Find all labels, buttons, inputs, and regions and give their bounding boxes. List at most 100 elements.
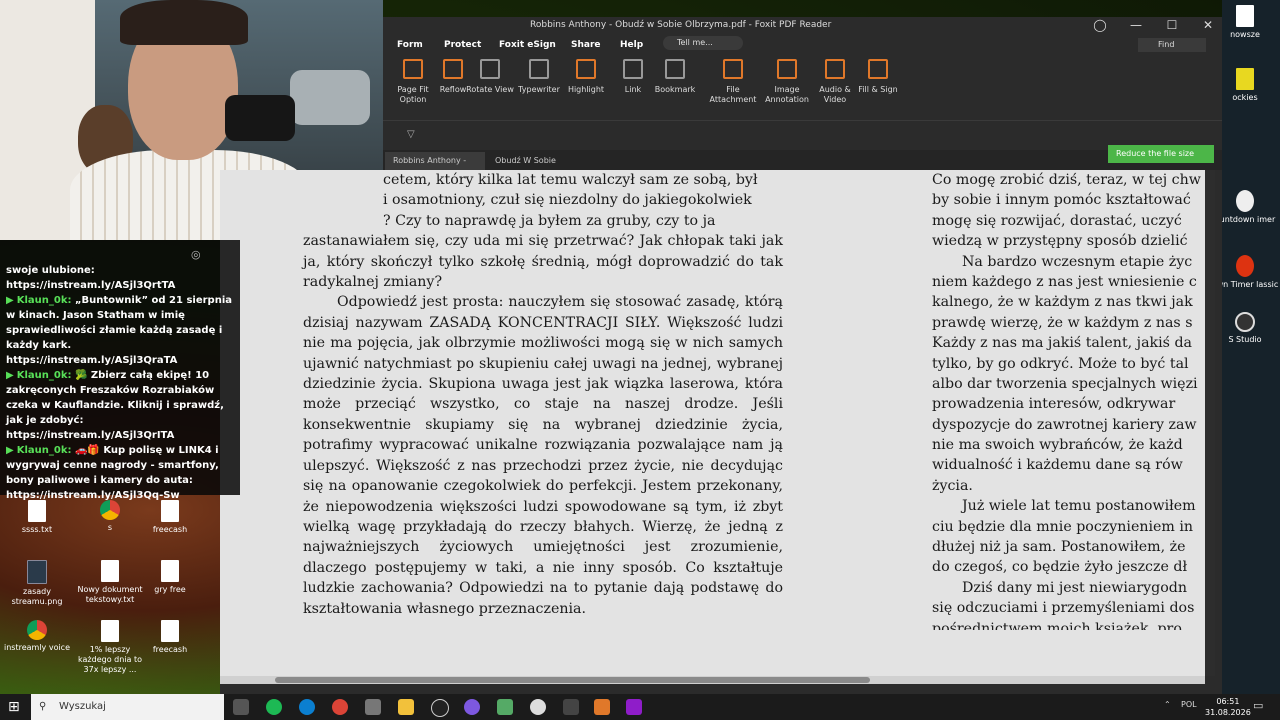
file-explorer-icon[interactable] — [398, 699, 414, 715]
clock-app-icon[interactable] — [530, 699, 546, 715]
tray-chevron-icon[interactable]: ⌃ — [1164, 700, 1171, 709]
page-fit-icon — [403, 59, 423, 79]
obs-icon[interactable] — [431, 699, 449, 717]
language-indicator[interactable]: POL — [1181, 700, 1197, 709]
bookmark-button[interactable]: Bookmark — [649, 59, 701, 95]
text-line: mogę się rozwijać, dorastać, uczyć — [932, 212, 1182, 229]
notifications-icon[interactable]: ▭ — [1253, 699, 1263, 712]
text-line: do czegoś, co będzie żyło jeszcze dł — [932, 559, 1188, 576]
text-line: pośrednictwem moich książek, pro — [932, 620, 1182, 630]
chat-username: Klaun_0k: — [16, 295, 75, 306]
tab-robbins-anthony[interactable]: Robbins Anthony - O... ✕ — [385, 152, 485, 183]
png-icon — [27, 560, 47, 584]
pdf-page-left: cetem, który kilka lat temu walczył sam … — [303, 170, 783, 676]
task-view-icon[interactable] — [233, 699, 249, 715]
highlight-icon — [576, 59, 596, 79]
tell-me-input[interactable]: Tell me... — [663, 36, 743, 50]
desktop-icon[interactable]: ssss.txt — [2, 500, 72, 535]
text-line: ? Czy to naprawdę ja byłem za gruby, czy… — [383, 212, 716, 229]
desktop-icon[interactable]: gry free — [135, 560, 205, 595]
scrollbar-thumb[interactable] — [275, 677, 870, 683]
file-icon — [1236, 5, 1254, 27]
chevron-down-icon[interactable]: ▽ — [407, 129, 415, 140]
text-line: Dziś dany mi jest niewiarygodn — [962, 579, 1188, 596]
document-tabs: Robbins Anthony - O... ✕ Obudź W Sobie O… — [383, 150, 1222, 183]
file-icon — [161, 620, 179, 642]
bookmark-icon — [665, 59, 685, 79]
menu-help[interactable]: Help — [620, 40, 643, 50]
app-icon[interactable] — [365, 699, 381, 715]
menu-form[interactable]: Form — [397, 40, 423, 50]
taskbar: ⊞ ⚲ Wyszukaj ⌃ POL 06:51 31.08.2026 ▭ — [0, 694, 1280, 720]
menu-protect[interactable]: Protect — [444, 40, 481, 50]
paragraph: zastanawiałem się, czy uda mi się przetr… — [303, 233, 783, 291]
reflow-icon — [443, 59, 463, 79]
desktop-icon-label: gry free — [154, 585, 186, 594]
text-line: i osamotniony, czuł się niezdolny do jak… — [383, 192, 752, 209]
reduce-file-size-button[interactable]: Reduce the file size — [1108, 145, 1214, 163]
desktop-icon[interactable]: freecash — [135, 500, 205, 535]
tab-obudz-w-sobie[interactable]: Obudź W Sobie Olbrzym... — [487, 152, 597, 183]
microphone — [225, 95, 295, 141]
chat-messages: swoje ulubione: https://instream.ly/ASjl… — [6, 263, 232, 503]
chat-overlay: ◎ swoje ulubione: https://instream.ly/AS… — [0, 240, 240, 501]
chat-username: Klaun_0k: — [16, 445, 75, 456]
highlight-button[interactable]: Highlight — [560, 59, 612, 95]
file-icon — [161, 560, 179, 582]
foxit-icon[interactable] — [594, 699, 610, 715]
text-line: by sobie i innym pomóc kształtować — [932, 192, 1191, 209]
app-purple-icon[interactable] — [626, 699, 642, 715]
image-annotation-icon — [777, 59, 797, 79]
chrome-icon — [27, 620, 47, 640]
account-icon[interactable]: ◯ — [1087, 18, 1113, 34]
dark-icon — [1235, 312, 1255, 332]
kick-badge-icon: ▶ — [6, 445, 14, 456]
text-line: cetem, który kilka lat temu walczył sam … — [383, 172, 758, 188]
spotify-icon[interactable] — [266, 699, 282, 715]
desktop-icon[interactable]: zasady streamu.png — [2, 560, 72, 607]
edge-icon[interactable] — [299, 699, 315, 715]
y-icon — [1236, 68, 1254, 90]
rotate-icon — [480, 59, 500, 79]
menu-bar: Form Protect Foxit eSign Share Help Tell… — [383, 35, 1222, 55]
desktop-icon[interactable]: freecash — [135, 620, 205, 655]
windows-start-icon[interactable]: ⊞ — [8, 700, 22, 714]
text-line: nie ma swoich wybrańców, że każd — [932, 437, 1183, 454]
desktop-icon-label: ssss.txt — [21, 525, 53, 534]
taskbar-search[interactable]: ⚲ Wyszukaj — [31, 694, 224, 720]
vertical-scrollbar[interactable] — [1205, 170, 1215, 676]
red-icon — [1236, 255, 1254, 277]
chrome-icon — [100, 500, 120, 520]
taskbar-clock[interactable]: 06:51 31.08.2026 — [1205, 696, 1251, 718]
game-icon[interactable] — [563, 699, 579, 715]
image-annotation-button[interactable]: Image Annotation — [761, 59, 813, 105]
file-attachment-button[interactable]: File Attachment — [707, 59, 759, 105]
circle-icon — [1236, 190, 1254, 212]
menu-share[interactable]: Share — [571, 40, 601, 50]
minimize-button[interactable]: — — [1123, 18, 1149, 34]
text-line: widualność i każdemu dane są rów — [932, 457, 1183, 474]
maximize-button[interactable]: ☐ — [1159, 18, 1185, 34]
text-line: Na bardzo wczesnym etapie życ — [962, 253, 1193, 270]
horizontal-scrollbar[interactable] — [220, 676, 1205, 684]
desktop-icon[interactable]: instreamly voice — [2, 620, 72, 653]
chrome-icon[interactable] — [332, 699, 348, 715]
typewriter-button[interactable]: Typewriter — [513, 59, 565, 95]
audio-video-icon — [825, 59, 845, 79]
close-button[interactable]: ✕ — [1195, 18, 1221, 34]
rotate-view-button[interactable]: Rotate View — [464, 59, 516, 95]
text-line: niem każdego z nas jest wniesienie c — [932, 273, 1197, 290]
notes-icon[interactable] — [497, 699, 513, 715]
ribbon: Page Fit Option Reflow Rotate View Typew… — [383, 55, 1222, 120]
find-input[interactable]: Find — [1138, 38, 1206, 52]
text-line: Co mogę zrobić dziś, teraz, w tej chw — [932, 172, 1201, 188]
chat-app-icon[interactable] — [464, 699, 480, 715]
text-line: Każdy z nas ma jakiś talent, jakiś da — [932, 335, 1192, 352]
file-attachment-icon — [723, 59, 743, 79]
text-line: się odczuciami i przemyśleniami dos — [932, 600, 1195, 617]
menu-foxit-esign[interactable]: Foxit eSign — [499, 40, 556, 50]
fill-sign-button[interactable]: Fill & Sign — [852, 59, 904, 95]
desktop-icon-label: freecash — [152, 525, 188, 534]
desktop-icon-label: freecash — [152, 645, 188, 654]
desktop-right-strip — [1222, 0, 1280, 694]
